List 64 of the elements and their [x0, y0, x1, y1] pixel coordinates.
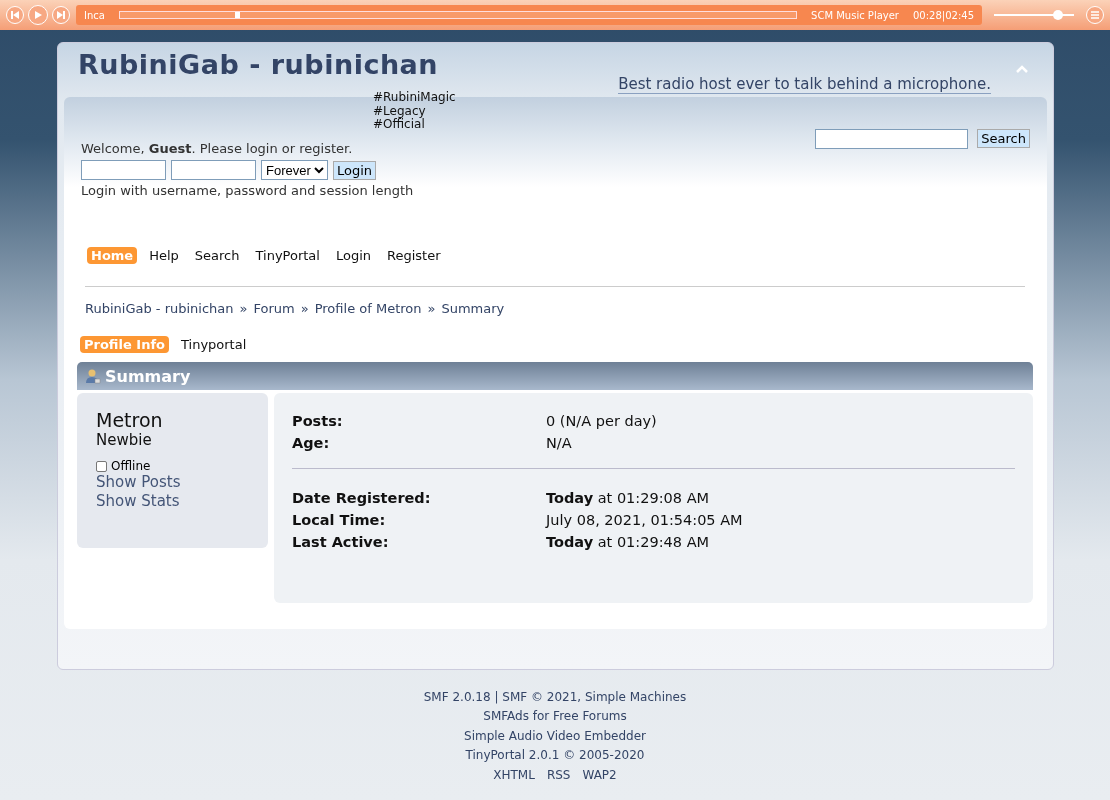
playlist-button[interactable] [1086, 6, 1104, 24]
stat-value: N/A [546, 434, 573, 453]
stat-value: 0 (N/A per day) [546, 412, 658, 431]
member-rank: Newbie [96, 431, 153, 449]
hashtag-text: #Official [373, 118, 426, 132]
track-time: 00:28|02:45 [913, 9, 974, 21]
stat-label: Last Active: [292, 533, 390, 552]
skip-forward-icon [56, 10, 66, 20]
status-text: Offline [111, 459, 151, 473]
skip-back-icon [10, 10, 20, 20]
forum-slogan: Best radio host ever to talk behind a microphone. [618, 75, 991, 94]
footer-link[interactable]: RSS [546, 765, 571, 786]
menu-item[interactable]: Login [331, 247, 375, 264]
next-button[interactable] [52, 6, 70, 24]
welcome-text: Welcome, Guest. Please login or register. [81, 141, 354, 156]
play-button[interactable] [28, 5, 48, 25]
progress-track[interactable] [118, 11, 798, 19]
login-hint: Login with username, password and session length [81, 183, 414, 198]
breadcrumb-link[interactable]: RubiniGab - rubinichan [85, 301, 234, 316]
stat-label: Age: [292, 434, 331, 453]
session-length-dropdown[interactable]: Forever [261, 160, 328, 180]
menu-item[interactable]: Search [190, 247, 244, 264]
progress-handle[interactable] [234, 12, 240, 18]
stat-value: Today at 01:29:48 AM [546, 533, 711, 552]
hashtag-text: #RubiniMagic [373, 91, 456, 105]
profile-link[interactable]: Show Stats [96, 492, 249, 511]
footer-link[interactable]: XHTML [493, 765, 535, 786]
breadcrumb-link[interactable]: Profile of Metron [314, 301, 422, 316]
breadcrumb-link[interactable]: Summary [441, 301, 505, 316]
password-field[interactable] [171, 160, 256, 180]
menu-item[interactable]: Register [383, 247, 445, 264]
login-button[interactable]: Login [333, 160, 377, 180]
footer-link[interactable]: Simple Audio Video Embedder [464, 726, 646, 747]
breadcrumb-separator: » [300, 301, 309, 316]
menu-item[interactable]: TinyPortal [251, 247, 324, 264]
username-field[interactable] [81, 160, 166, 180]
stat-label: Date Registered: [292, 489, 432, 508]
menu-icon [1090, 10, 1100, 20]
breadcrumb-separator: » [427, 301, 436, 316]
track-title: Inca [84, 9, 105, 21]
stat-label: Posts: [292, 412, 344, 431]
search-button[interactable]: Search [977, 129, 1030, 148]
profile-link[interactable]: Show Posts [96, 473, 249, 492]
footer-link[interactable]: SMF 2.0.18 | SMF © 2021, Simple Machines [423, 688, 687, 708]
volume-handle[interactable] [1053, 10, 1063, 20]
member-name: Metron [96, 409, 164, 431]
footer-link[interactable]: SMFAds for Free Forums [483, 707, 627, 727]
collapse-icon[interactable] [1015, 65, 1029, 74]
hashtag-text: #Legacy [373, 104, 426, 118]
previous-button[interactable] [6, 6, 24, 24]
player-name: SCM Music Player [811, 9, 899, 21]
stat-value: Today at 01:29:08 AM [546, 489, 711, 508]
stat-value: July 08, 2021, 01:54:05 AM [546, 511, 744, 530]
section-title: Summary [105, 366, 191, 386]
user-icon [85, 368, 101, 384]
menu-item[interactable]: Help [145, 247, 183, 264]
footer-link[interactable]: WAP2 [582, 765, 617, 786]
search-field[interactable] [815, 129, 969, 149]
stat-label: Local Time: [292, 511, 387, 530]
breadcrumb-separator: » [239, 301, 248, 316]
footer-link[interactable]: TinyPortal 2.0.1 © 2005-2020 [465, 746, 645, 766]
profile-tab[interactable]: Tinyportal [177, 336, 251, 353]
play-icon [33, 10, 43, 20]
breadcrumb-link[interactable]: Forum [253, 301, 295, 316]
